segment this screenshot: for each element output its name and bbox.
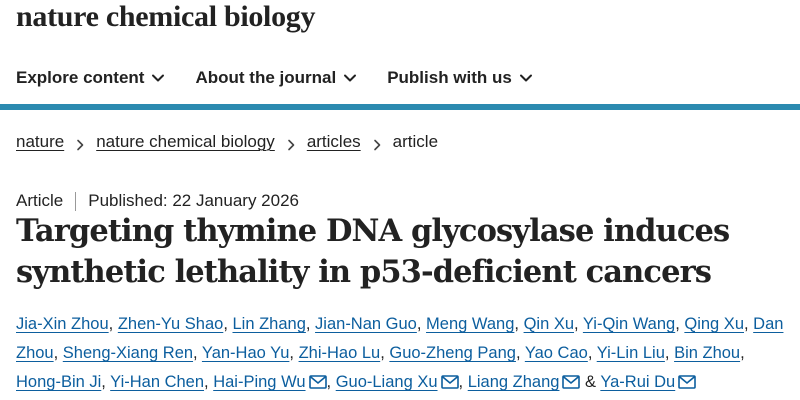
author-link[interactable]: Sheng-Xiang Ren: [63, 344, 193, 362]
mail-icon[interactable]: [562, 375, 581, 389]
author-link[interactable]: Lin Zhang: [232, 315, 305, 333]
brand-bar: nature chemical biology: [16, 0, 316, 40]
published-date: Published: 22 January 2026: [88, 191, 299, 210]
mail-icon[interactable]: [678, 375, 697, 389]
chevron-right-icon: [286, 136, 296, 151]
author-link[interactable]: Qing Xu: [684, 315, 744, 333]
author-link[interactable]: Yi-Han Chen: [110, 373, 204, 391]
header-accent-rule: [0, 104, 800, 110]
chevron-down-icon: [519, 71, 533, 85]
chevron-right-icon: [75, 136, 85, 151]
author-link[interactable]: Guo-Zheng Pang: [389, 344, 516, 362]
breadcrumb-articles[interactable]: articles: [307, 132, 361, 152]
breadcrumb-current: article: [392, 132, 439, 151]
meta-divider: [75, 191, 77, 211]
author-link[interactable]: Hong-Bin Ji: [16, 373, 101, 391]
article-type: Article: [16, 191, 64, 210]
author-link[interactable]: Jia-Xin Zhou: [16, 315, 109, 333]
nav-publish-with-us[interactable]: Publish with us: [387, 68, 533, 88]
author-link[interactable]: Meng Wang: [426, 315, 514, 333]
breadcrumb-nature-chemical-biology[interactable]: nature chemical biology: [96, 132, 275, 152]
nav-about-journal-label: About the journal: [195, 68, 337, 87]
chevron-down-icon: [343, 71, 357, 85]
chevron-down-icon: [151, 71, 165, 85]
author-link[interactable]: Qin Xu: [524, 315, 574, 333]
mail-icon[interactable]: [440, 375, 459, 389]
author-link[interactable]: Yi-Qin Wang: [583, 315, 675, 333]
breadcrumb-nature[interactable]: nature: [16, 132, 64, 152]
chevron-right-icon: [372, 136, 382, 151]
breadcrumb: nature nature chemical biology articles …: [16, 132, 438, 152]
author-joiner: &: [580, 373, 601, 391]
article-title: Targeting thymine DNA glycosylase induce…: [16, 213, 730, 290]
nav-publish-with-us-label: Publish with us: [387, 68, 512, 87]
author-link[interactable]: Hai-Ping Wu: [213, 373, 305, 391]
nav-explore-content-label: Explore content: [16, 68, 145, 87]
author-link[interactable]: Zhi-Hao Lu: [299, 344, 381, 362]
main-nav: Explore content About the journal Publis…: [0, 56, 800, 100]
author-link[interactable]: Liang Zhang: [468, 373, 560, 391]
author-list: Jia-Xin Zhou, Zhen-Yu Shao, Lin Zhang, J…: [16, 315, 784, 391]
author-link[interactable]: Yao Cao: [525, 344, 588, 362]
author-link[interactable]: Zhen-Yu Shao: [118, 315, 224, 333]
journal-logo[interactable]: nature chemical biology: [16, 0, 316, 34]
author-link[interactable]: Yan-Hao Yu: [202, 344, 289, 362]
author-link[interactable]: Bin Zhou: [674, 344, 740, 362]
article-meta: Article Published: 22 January 2026: [16, 191, 299, 211]
nav-explore-content[interactable]: Explore content: [16, 68, 165, 88]
author-link[interactable]: Guo-Liang Xu: [336, 373, 438, 391]
mail-icon[interactable]: [308, 375, 327, 389]
nav-about-journal[interactable]: About the journal: [195, 68, 357, 88]
author-link[interactable]: Yi-Lin Liu: [597, 344, 665, 362]
author-link[interactable]: Ya-Rui Du: [600, 373, 675, 391]
author-link[interactable]: Jian-Nan Guo: [315, 315, 417, 333]
